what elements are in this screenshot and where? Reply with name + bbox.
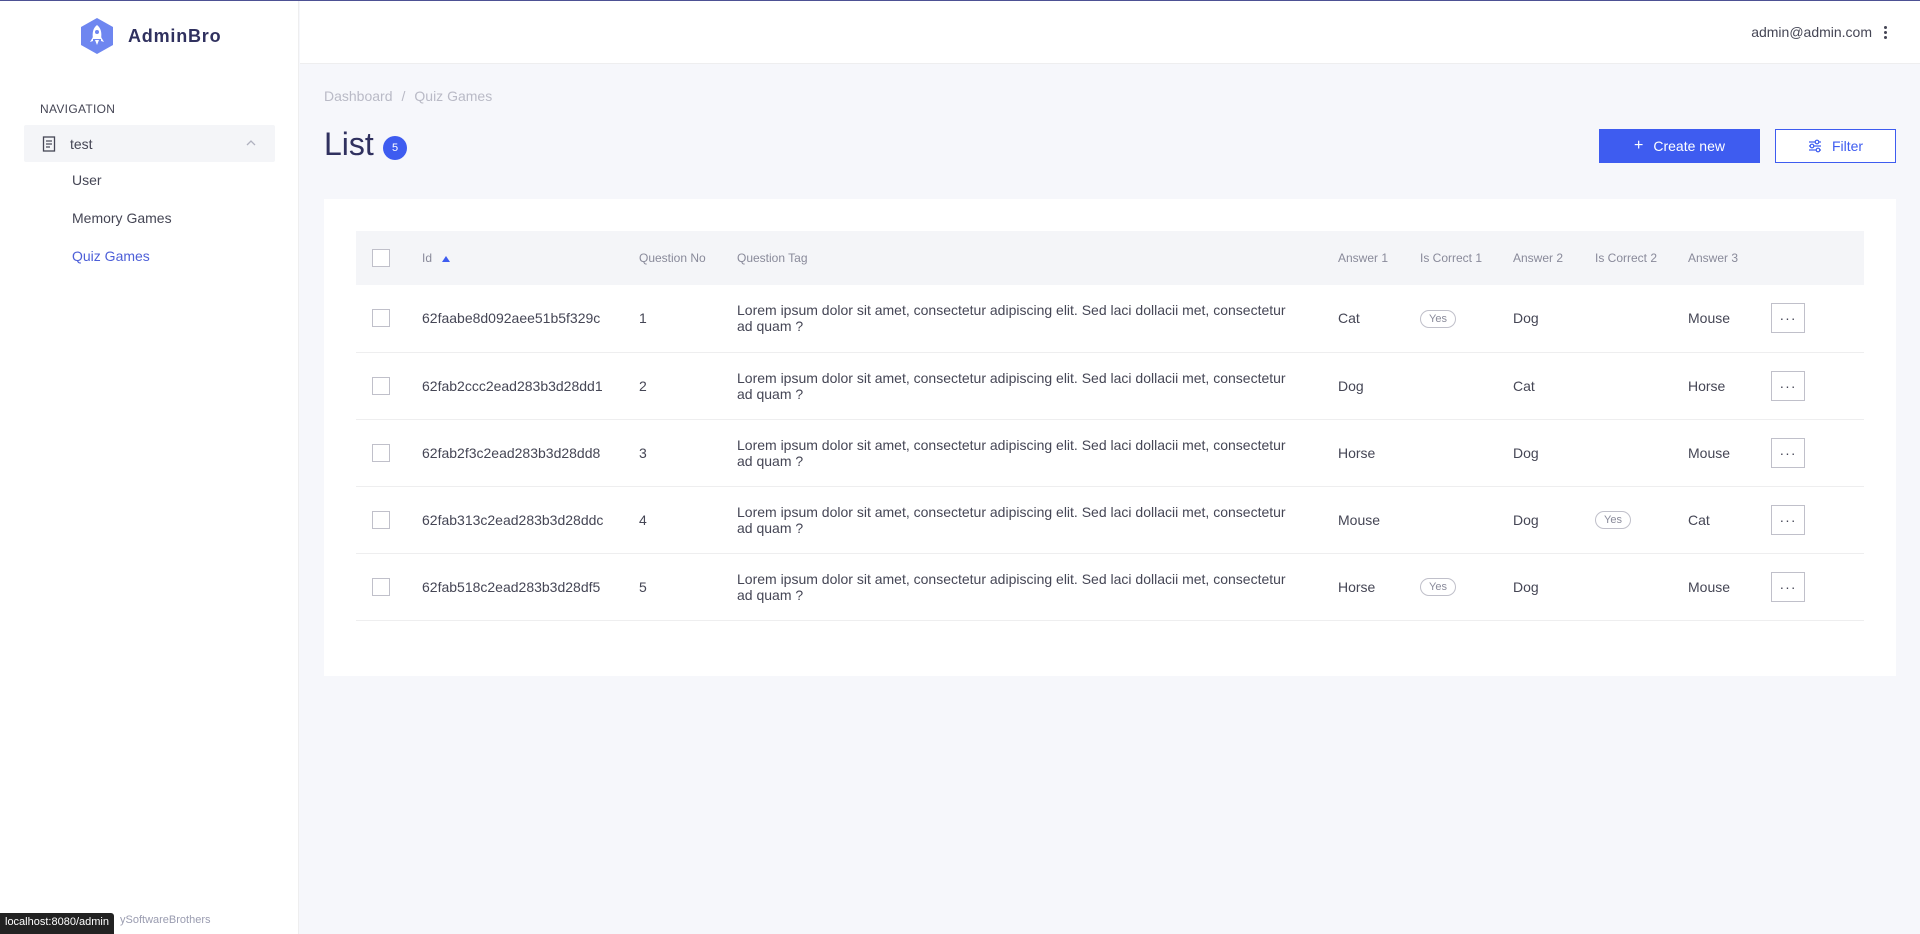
column-header-is-correct-2[interactable]: Is Correct 2 bbox=[1595, 231, 1688, 285]
sliders-icon bbox=[1808, 139, 1821, 153]
more-horizontal-icon: ··· bbox=[1779, 377, 1797, 394]
breadcrumb: Dashboard / Quiz Games bbox=[324, 88, 492, 104]
cell-answer-1: Horse bbox=[1338, 444, 1376, 461]
row-actions-button[interactable]: ··· bbox=[1771, 370, 1805, 401]
filter-label: Filter bbox=[1831, 138, 1864, 154]
column-header-actions bbox=[1771, 231, 1864, 285]
select-all-checkbox[interactable] bbox=[372, 249, 390, 267]
cell-id[interactable]: 62fab313c2ead283b3d28ddc bbox=[422, 486, 639, 553]
cell-answer-2: Dog bbox=[1513, 578, 1539, 595]
cell-question-no: 2 bbox=[639, 377, 647, 394]
cell-question-tag: Lorem ipsum dolor sit amet, consectetur … bbox=[737, 436, 1286, 469]
status-bar-url: localhost:8080/admin bbox=[0, 913, 114, 934]
is-correct-1-badge: Yes bbox=[1420, 578, 1456, 596]
cell-answer-1: Cat bbox=[1338, 310, 1360, 327]
cell-answer-2: Dog bbox=[1513, 511, 1539, 528]
document-icon bbox=[42, 135, 56, 152]
cell-answer-1: Horse bbox=[1338, 578, 1376, 595]
cell-answer-1: Dog bbox=[1338, 377, 1364, 394]
rocket-icon bbox=[81, 18, 113, 54]
row-checkbox[interactable] bbox=[372, 309, 390, 328]
cell-question-tag: Lorem ipsum dolor sit amet, consectetur … bbox=[737, 369, 1286, 402]
breadcrumb-quiz-games[interactable]: Quiz Games bbox=[414, 88, 492, 104]
cell-answer-3: Cat bbox=[1688, 511, 1710, 528]
cell-answer-2: Dog bbox=[1513, 444, 1539, 461]
sidebar-group-label: test bbox=[70, 135, 93, 152]
nav-heading: NAVIGATION bbox=[40, 102, 116, 116]
top-accent-line bbox=[0, 0, 1920, 1]
column-header-question-tag[interactable]: Question Tag bbox=[737, 231, 1338, 285]
column-header-id[interactable]: Id bbox=[422, 231, 639, 285]
column-header-answer-3[interactable]: Answer 3 bbox=[1688, 231, 1771, 285]
cell-question-tag: Lorem ipsum dolor sit amet, consectetur … bbox=[737, 302, 1286, 335]
column-header-question-no[interactable]: Question No bbox=[639, 231, 737, 285]
app-name: AdminBro bbox=[128, 25, 222, 46]
create-new-button[interactable]: + Create new bbox=[1599, 129, 1760, 163]
more-horizontal-icon: ··· bbox=[1779, 578, 1797, 595]
row-checkbox[interactable] bbox=[372, 510, 390, 529]
row-checkbox[interactable] bbox=[372, 376, 390, 395]
table-row[interactable]: 62fab518c2ead283b3d28df5 5 Lorem ipsum dol… bbox=[356, 553, 1864, 620]
cell-answer-3: Mouse bbox=[1688, 578, 1731, 595]
cell-id[interactable]: 62faabe8d092aee51b5f329c bbox=[422, 285, 639, 352]
sidebar-item-quiz-games[interactable]: Quiz Games bbox=[72, 248, 150, 264]
footer-credit[interactable]: ySoftwareBrothers bbox=[120, 914, 210, 926]
column-header-is-correct-1[interactable]: Is Correct 1 bbox=[1420, 231, 1513, 285]
table-row[interactable]: 62fab2f3c2ead283b3d28dd8 3 Lorem ipsum dol… bbox=[356, 419, 1864, 486]
top-bar: admin@admin.com bbox=[300, 1, 1920, 64]
is-correct-1-badge: Yes bbox=[1420, 309, 1456, 328]
cell-question-no: 4 bbox=[639, 511, 647, 528]
plus-icon: + bbox=[1634, 137, 1644, 154]
more-horizontal-icon: ··· bbox=[1779, 511, 1797, 528]
cell-answer-2: Cat bbox=[1513, 377, 1535, 394]
chevron-up-icon bbox=[246, 140, 256, 146]
cell-id[interactable]: 62fab518c2ead283b3d28df5 bbox=[422, 553, 639, 620]
cell-question-tag: Lorem ipsum dolor sit amet, consectetur … bbox=[737, 570, 1286, 603]
filter-button[interactable]: Filter bbox=[1775, 129, 1896, 163]
cell-question-no: 3 bbox=[639, 444, 647, 461]
row-actions-button[interactable]: ··· bbox=[1771, 504, 1805, 535]
create-new-label: Create new bbox=[1653, 138, 1725, 154]
sidebar-group-test[interactable]: test bbox=[24, 125, 275, 162]
cell-id[interactable]: 62fab2ccc2ead283b3d28dd1 bbox=[422, 352, 639, 419]
records-table: Id Question No Question Tag Answer 1 Is … bbox=[356, 231, 1864, 621]
more-horizontal-icon: ··· bbox=[1779, 444, 1797, 461]
row-actions-button[interactable]: ··· bbox=[1771, 571, 1805, 602]
sidebar-item-memory-games[interactable]: Memory Games bbox=[72, 210, 172, 226]
sidebar-item-user[interactable]: User bbox=[72, 172, 102, 188]
table-row[interactable]: 62fab313c2ead283b3d28ddc 4 Lorem ipsum dol… bbox=[356, 486, 1864, 553]
page-title: List bbox=[324, 126, 374, 162]
record-count-badge: 5 bbox=[383, 136, 407, 160]
breadcrumb-dashboard[interactable]: Dashboard bbox=[324, 88, 393, 104]
column-header-answer-2[interactable]: Answer 2 bbox=[1513, 231, 1595, 285]
sort-ascending-icon bbox=[442, 255, 451, 262]
cell-id[interactable]: 62fab2f3c2ead283b3d28dd8 bbox=[422, 419, 639, 486]
cell-question-no: 5 bbox=[639, 578, 647, 595]
is-correct-2-badge: Yes bbox=[1595, 511, 1631, 529]
cell-question-tag: Lorem ipsum dolor sit amet, consectetur … bbox=[737, 503, 1286, 536]
table-row[interactable]: 62fab2ccc2ead283b3d28dd1 2 Lorem ipsum dol… bbox=[356, 352, 1864, 419]
user-email[interactable]: admin@admin.com bbox=[1751, 24, 1872, 40]
more-horizontal-icon: ··· bbox=[1779, 310, 1797, 327]
row-actions-button[interactable]: ··· bbox=[1771, 437, 1805, 468]
row-actions-button[interactable]: ··· bbox=[1771, 303, 1805, 334]
column-header-answer-1[interactable]: Answer 1 bbox=[1338, 231, 1420, 285]
more-vertical-icon[interactable] bbox=[1884, 26, 1888, 40]
cell-answer-2: Dog bbox=[1513, 310, 1539, 327]
row-checkbox[interactable] bbox=[372, 577, 390, 596]
cell-answer-3: Mouse bbox=[1688, 310, 1731, 327]
cell-question-no: 1 bbox=[639, 310, 647, 327]
row-checkbox[interactable] bbox=[372, 443, 390, 462]
cell-answer-3: Mouse bbox=[1688, 444, 1731, 461]
app-logo[interactable]: AdminBro bbox=[78, 17, 221, 55]
table-header-row: Id Question No Question Tag Answer 1 Is … bbox=[356, 231, 1864, 285]
cell-answer-3: Horse bbox=[1688, 377, 1726, 394]
cell-answer-1: Mouse bbox=[1338, 511, 1381, 528]
sidebar: AdminBro NAVIGATION test User Memory Gam… bbox=[0, 0, 299, 934]
table-row[interactable]: 62faabe8d092aee51b5f329c 1 Lorem ipsum dol… bbox=[356, 285, 1864, 352]
breadcrumb-separator: / bbox=[401, 88, 406, 104]
list-panel: Id Question No Question Tag Answer 1 Is … bbox=[324, 199, 1896, 676]
